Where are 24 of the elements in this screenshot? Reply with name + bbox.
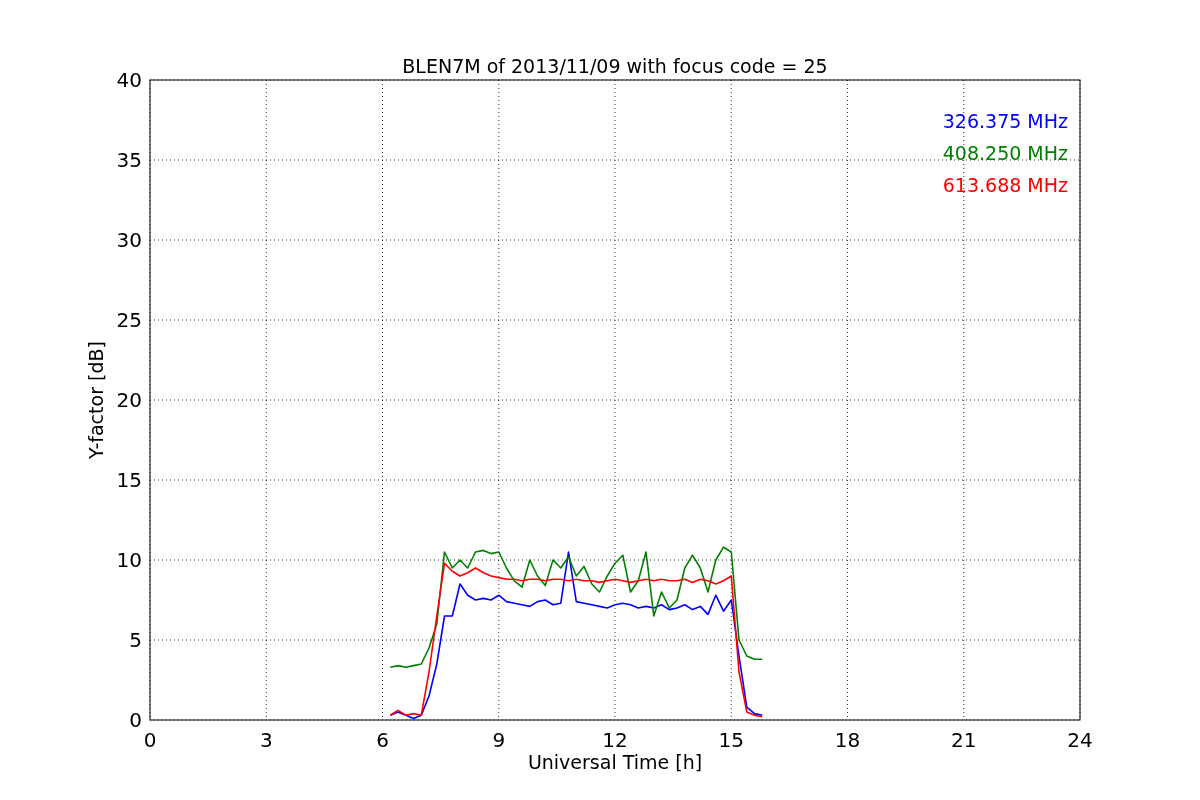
x-tick-label: 0 bbox=[143, 728, 157, 752]
y-tick-label: 10 bbox=[116, 548, 142, 572]
y-tick-label: 20 bbox=[116, 388, 142, 412]
x-axis-label: Universal Time [h] bbox=[527, 751, 703, 773]
y-tick-label: 40 bbox=[116, 68, 142, 92]
x-tick-label: 3 bbox=[259, 728, 273, 752]
y-tick-label: 25 bbox=[116, 308, 142, 332]
y-tick-label: 5 bbox=[129, 628, 142, 652]
y-tick-label: 15 bbox=[116, 468, 142, 492]
x-tick-label: 9 bbox=[492, 728, 506, 752]
legend-label: 408.250 MHz bbox=[942, 142, 1068, 164]
x-tick-label: 24 bbox=[1067, 728, 1093, 752]
y-tick-label: 35 bbox=[116, 148, 142, 172]
chart-title: BLEN7M of 2013/11/09 with focus code = 25 bbox=[402, 55, 828, 77]
x-tick-label: 18 bbox=[834, 728, 861, 752]
y-tick-label: 30 bbox=[116, 228, 142, 252]
x-tick-label: 21 bbox=[951, 728, 977, 752]
x-tick-label: 15 bbox=[718, 728, 744, 752]
y-tick-label: 0 bbox=[129, 708, 142, 732]
x-tick-label: 12 bbox=[602, 728, 628, 752]
legend-label: 613.688 MHz bbox=[942, 174, 1068, 196]
x-tick-label: 6 bbox=[376, 728, 389, 752]
y-axis-label: Y-factor [dB] bbox=[85, 341, 107, 459]
legend-label: 326.375 MHz bbox=[942, 110, 1068, 132]
